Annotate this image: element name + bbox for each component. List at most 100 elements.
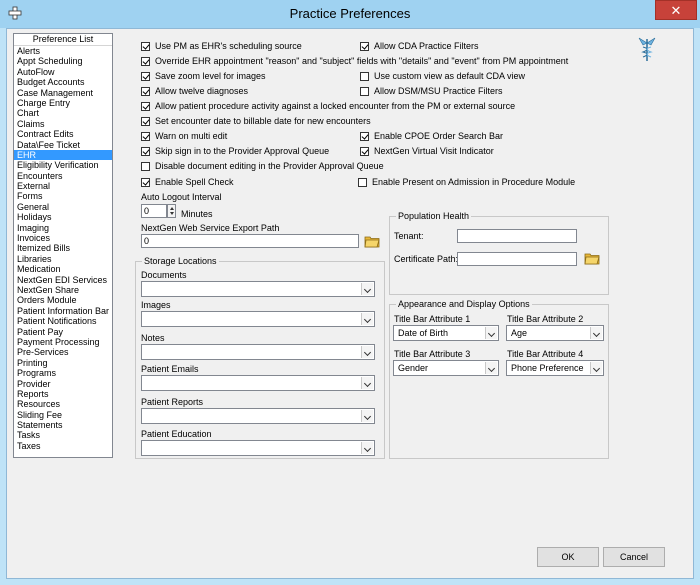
preference-list-item[interactable]: Claims [14,119,112,129]
preference-list-item[interactable]: NextGen EDI Services [14,275,112,285]
folder-icon[interactable] [584,251,600,265]
custom-cda-view-checkbox[interactable]: Use custom view as default CDA view [360,71,525,82]
present-on-admission-checkbox[interactable]: Enable Present on Admission in Procedure… [358,177,575,188]
locked-encounter-checkbox[interactable]: Allow patient procedure activity against… [141,101,515,112]
preference-list-item[interactable]: Contract Edits [14,129,112,139]
preference-list-item[interactable]: Pre-Services [14,347,112,357]
preference-list-item[interactable]: Budget Accounts [14,77,112,87]
preference-list-item[interactable]: Sliding Fee [14,410,112,420]
chevron-down-icon[interactable] [485,362,497,374]
title-bar-attr-3-select[interactable]: Gender [393,360,499,376]
preference-list-item[interactable]: Alerts [14,46,112,56]
preference-list-item[interactable]: Imaging [14,223,112,233]
preference-list-item[interactable]: Patient Notifications [14,316,112,326]
checkbox-box[interactable] [141,132,150,142]
checkbox-box[interactable] [141,42,150,52]
checkbox-box[interactable] [141,57,150,67]
preference-list[interactable]: Preference List Alerts Appt Scheduling Aut… [13,33,113,458]
title-bar-attr-2-select[interactable]: Age [506,325,604,341]
dsm-filters-checkbox[interactable]: Allow DSM/MSU Practice Filters [360,86,503,97]
twelve-diagnoses-checkbox[interactable]: Allow twelve diagnoses [141,86,248,97]
preference-list-item[interactable]: Orders Module [14,295,112,305]
checkbox-box[interactable] [358,178,367,188]
checkbox-box[interactable] [360,42,369,52]
patient-reports-select[interactable] [141,408,375,424]
preference-list-item[interactable]: Case Management [14,88,112,98]
checkbox-box[interactable] [141,147,150,157]
preference-list-item[interactable]: Invoices [14,233,112,243]
chevron-down-icon[interactable] [590,362,602,374]
ok-button[interactable]: OK [537,547,599,567]
preference-list-item[interactable]: NextGen Share [14,285,112,295]
preference-list-item[interactable]: External [14,181,112,191]
chevron-down-icon[interactable] [361,442,373,454]
patient-emails-select[interactable] [141,375,375,391]
spin-up-icon[interactable] [170,207,174,210]
preference-list-item[interactable]: Taxes [14,441,112,451]
preference-list-item[interactable]: Libraries [14,254,112,264]
checkbox-box[interactable] [141,117,150,127]
checkbox-box[interactable] [360,87,369,97]
disable-doc-edit-checkbox[interactable]: Disable document editing in the Provider… [141,161,384,172]
auto-logout-spinner[interactable] [167,204,176,218]
spell-check-checkbox[interactable]: Enable Spell Check [141,177,234,188]
preference-list-item[interactable]: Patient Information Bar [14,306,112,316]
preference-list-item[interactable]: Appt Scheduling [14,56,112,66]
chevron-down-icon[interactable] [361,377,373,389]
notes-select[interactable] [141,344,375,360]
documents-select[interactable] [141,281,375,297]
checkbox-box[interactable] [141,102,150,112]
save-zoom-checkbox[interactable]: Save zoom level for images [141,71,266,82]
allow-cda-filters-checkbox[interactable]: Allow CDA Practice Filters [360,41,479,52]
checkbox-box[interactable] [360,72,369,82]
chevron-down-icon[interactable] [361,346,373,358]
override-appointment-checkbox[interactable]: Override EHR appointment "reason" and "s… [141,56,568,67]
checkbox-box[interactable] [141,87,150,97]
checkbox-box[interactable] [141,178,150,188]
preference-list-item[interactable]: AutoFlow [14,67,112,77]
preference-list-item[interactable]: Resources [14,399,112,409]
spin-down-icon[interactable] [170,212,174,215]
preference-list-item[interactable]: Tasks [14,430,112,440]
chevron-down-icon[interactable] [361,283,373,295]
title-bar-attr-1-select[interactable]: Date of Birth [393,325,499,341]
preference-list-item[interactable]: Reports [14,389,112,399]
web-service-input[interactable]: 0 [141,234,359,248]
preference-list-item[interactable]: Data\Fee Ticket [14,140,112,150]
preference-list-item[interactable]: General [14,202,112,212]
preference-list-item[interactable]: Eligibility Verification [14,160,112,170]
title-bar[interactable]: Practice Preferences ✕ [0,0,700,28]
billable-date-checkbox[interactable]: Set encounter date to billable date for … [141,116,371,127]
patient-education-select[interactable] [141,440,375,456]
tenant-input[interactable] [457,229,577,243]
preference-list-item[interactable]: Patient Pay [14,327,112,337]
use-pm-scheduling-checkbox[interactable]: Use PM as EHR's scheduling source [141,41,302,52]
checkbox-box[interactable] [141,72,150,82]
folder-icon[interactable] [364,234,380,248]
virtual-visit-checkbox[interactable]: NextGen Virtual Visit Indicator [360,146,494,157]
preference-list-item[interactable]: EHR [14,149,112,161]
preference-list-item[interactable]: Holidays [14,212,112,222]
skip-sign-in-checkbox[interactable]: Skip sign in to the Provider Approval Qu… [141,146,329,157]
preference-list-item[interactable]: Medication [14,264,112,274]
preference-list-item[interactable]: Payment Processing [14,337,112,347]
close-button[interactable]: ✕ [655,0,697,20]
checkbox-box[interactable] [141,162,150,172]
preference-list-item[interactable]: Chart [14,108,112,118]
warn-multi-edit-checkbox[interactable]: Warn on multi edit [141,131,227,142]
chevron-down-icon[interactable] [590,327,602,339]
preference-list-item[interactable]: Provider [14,379,112,389]
cancel-button[interactable]: Cancel [603,547,665,567]
preference-list-item[interactable]: Encounters [14,171,112,181]
checkbox-box[interactable] [360,147,369,157]
images-select[interactable] [141,311,375,327]
preference-list-item[interactable]: Printing [14,358,112,368]
preference-list-item[interactable]: Statements [14,420,112,430]
checkbox-box[interactable] [360,132,369,142]
preference-list-item[interactable]: Itemized Bills [14,243,112,253]
title-bar-attr-4-select[interactable]: Phone Preference [506,360,604,376]
preference-list-item[interactable]: Charge Entry [14,98,112,108]
chevron-down-icon[interactable] [485,327,497,339]
cpoe-search-checkbox[interactable]: Enable CPOE Order Search Bar [360,131,503,142]
auto-logout-input[interactable]: 0 [141,204,167,218]
